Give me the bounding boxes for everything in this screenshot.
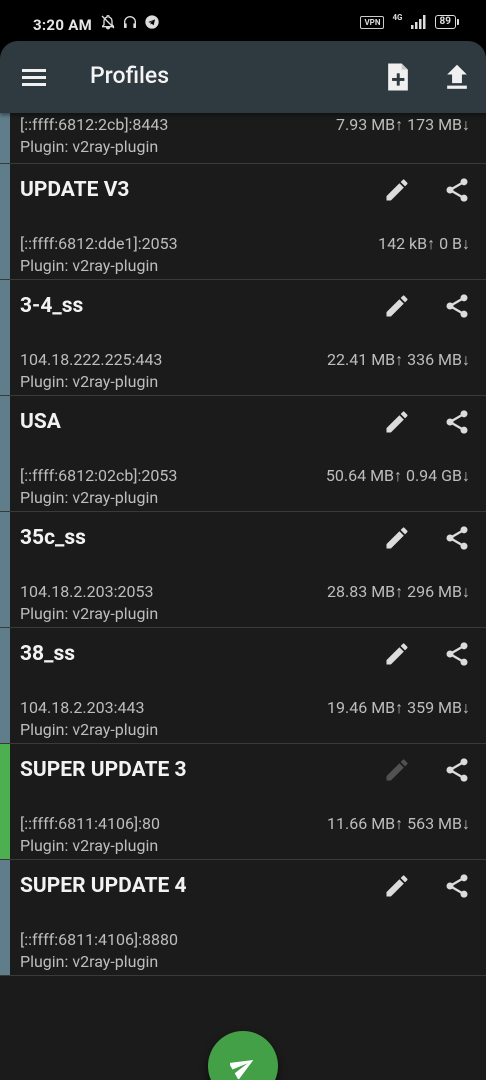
profile-address: [::ffff:6812:02cb]:2053 <box>20 466 178 485</box>
pencil-icon[interactable] <box>383 176 411 204</box>
profile-plugin: Plugin: v2ray-plugin <box>20 137 159 156</box>
profile-card[interactable]: [::ffff:6812:2cb]:8443 Plugin: v2ray-plu… <box>0 113 486 164</box>
connect-button[interactable] <box>208 1031 278 1080</box>
profile-traffic: 19.46 MB↑ 359 MB↓ <box>327 698 470 717</box>
signal-icon <box>410 15 426 29</box>
profile-card[interactable]: 3-4_ss 104.18.222.225:443 Plugin: v2ray-pl… <box>0 280 486 396</box>
pencil-icon[interactable] <box>383 408 411 436</box>
share-icon[interactable] <box>443 872 471 900</box>
pencil-icon[interactable] <box>383 292 411 320</box>
profile-card[interactable]: USA[::ffff:6812:02cb]:2053Plugin: v2ray-… <box>0 396 486 512</box>
bell-off-icon <box>101 15 115 30</box>
profile-stripe <box>0 113 10 163</box>
pencil-icon[interactable] <box>383 640 411 668</box>
profiles-sheet: Profiles [::ffff:6812:2cb]:8443 Plugin: … <box>0 41 486 1080</box>
pencil-icon[interactable] <box>383 524 411 552</box>
profile-card[interactable]: UPDATE V3[::ffff:6812:dde1]:2053Plugin: … <box>0 164 486 280</box>
status-notification-icons <box>100 14 160 30</box>
share-icon[interactable] <box>443 408 471 436</box>
profile-address: [::ffff:6811:4106]:8880 <box>20 930 179 949</box>
profile-plugin: Plugin: v2ray-plugin <box>20 372 159 391</box>
profile-stripe <box>0 744 10 859</box>
headphones-icon <box>124 16 136 28</box>
profile-name: 38_ss <box>20 642 76 666</box>
upload-icon[interactable] <box>442 61 472 93</box>
profile-plugin: Plugin: v2ray-plugin <box>20 720 159 739</box>
vpn-badge: VPN <box>360 15 385 29</box>
profile-card[interactable]: 35c_ss 104.18.2.203:2053 Plugin: v2ray-plu… <box>0 512 486 628</box>
share-icon[interactable] <box>443 524 471 552</box>
share-icon[interactable] <box>443 640 471 668</box>
pencil-icon[interactable] <box>383 872 411 900</box>
profile-address: [::ffff:6811:4106]:80 <box>20 814 161 833</box>
profile-stripe <box>0 164 10 279</box>
profile-address: 104.18.222.225:443 <box>20 350 163 369</box>
profile-name: USA <box>20 410 61 434</box>
profile-traffic: 142 kB↑ 0 B↓ <box>378 234 470 253</box>
profile-list: [::ffff:6812:2cb]:8443 Plugin: v2ray-plu… <box>0 113 486 976</box>
file-add-icon[interactable] <box>383 61 413 93</box>
profile-name: SUPER UPDATE 3 <box>20 758 187 782</box>
send-icon <box>230 1060 254 1079</box>
profile-plugin: Plugin: v2ray-plugin <box>20 952 159 971</box>
profile-traffic: 50.64 MB↑ 0.94 GB↓ <box>325 466 470 485</box>
status-system-icons: VPN 4G 89 <box>360 12 460 29</box>
profile-stripe <box>0 280 10 395</box>
profile-card[interactable]: 38_ss 104.18.2.203:443 Plugin: v2ray-plugi… <box>0 628 486 744</box>
share-icon[interactable] <box>443 176 471 204</box>
profile-name: UPDATE V3 <box>20 178 130 202</box>
pencil-icon[interactable] <box>383 756 411 784</box>
profile-stripe <box>0 628 10 743</box>
app-bar: Profiles <box>0 41 486 113</box>
profile-stripe <box>0 396 10 511</box>
profile-plugin: Plugin: v2ray-plugin <box>20 836 159 855</box>
menu-icon[interactable] <box>20 65 48 89</box>
status-bar: 3:20 AM VPN 4G 89 <box>0 0 486 44</box>
profile-name: 3-4_ss <box>20 294 84 318</box>
telegram-icon <box>145 15 159 29</box>
share-icon[interactable] <box>443 756 471 784</box>
profile-address: [::ffff:6812:dde1]:2053 <box>20 234 178 253</box>
page-title: Profiles <box>90 62 170 89</box>
profile-plugin: Plugin: v2ray-plugin <box>20 604 159 623</box>
profile-plugin: Plugin: v2ray-plugin <box>20 256 159 275</box>
network-type: 4G <box>392 12 403 22</box>
profile-address: 104.18.2.203:443 <box>20 698 145 717</box>
profile-address: [::ffff:6812:2cb]:8443 <box>20 115 169 134</box>
profile-traffic: 28.83 MB↑ 296 MB↓ <box>327 582 470 601</box>
profile-stripe <box>0 512 10 627</box>
profile-name: 35c_ss <box>20 526 86 550</box>
profile-card[interactable]: SUPER UPDATE 4[::ffff:6811:4106]:8880Plu… <box>0 860 486 976</box>
battery-indicator: 89 <box>434 15 460 29</box>
share-icon[interactable] <box>443 292 471 320</box>
profile-address: 104.18.2.203:2053 <box>20 582 154 601</box>
profile-traffic: 11.66 MB↑ 563 MB↓ <box>327 814 470 833</box>
profile-traffic: 22.41 MB↑ 336 MB↓ <box>327 350 470 369</box>
status-time: 3:20 AM <box>33 16 93 34</box>
profile-card[interactable]: SUPER UPDATE 3[::ffff:6811:4106]:80Plugi… <box>0 744 486 860</box>
profile-name: SUPER UPDATE 4 <box>20 874 187 898</box>
profile-stripe <box>0 860 10 975</box>
profile-traffic: 7.93 MB↑ 173 MB↓ <box>336 115 470 134</box>
profile-plugin: Plugin: v2ray-plugin <box>20 488 159 507</box>
